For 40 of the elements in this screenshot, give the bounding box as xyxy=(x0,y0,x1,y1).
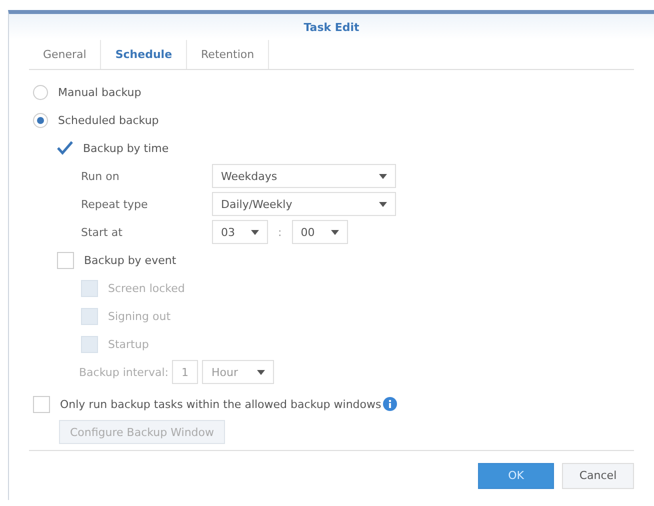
tab[interactable]: Retention xyxy=(187,40,270,69)
tab[interactable]: Schedule xyxy=(101,40,188,69)
dropdown-value: Weekdays xyxy=(221,170,278,182)
dropdown-value: 00 xyxy=(300,226,315,238)
check-icon xyxy=(57,141,73,155)
checkbox-label: Backup by event xyxy=(84,254,176,266)
window-title: Task Edit xyxy=(304,20,360,34)
checkbox-label: Signing out xyxy=(108,310,171,322)
caret-icon xyxy=(379,202,387,206)
tab[interactable]: General xyxy=(29,40,102,69)
caret-icon xyxy=(251,230,259,234)
caret-icon xyxy=(330,230,339,234)
dropdown[interactable]: Weekdays xyxy=(212,164,396,188)
radio-button[interactable] xyxy=(33,112,48,128)
checkbox[interactable] xyxy=(33,396,50,412)
checkbox-label: Only run backup tasks within the allowed backup windows xyxy=(60,398,382,410)
time-separator: : xyxy=(278,226,282,238)
dropdown[interactable]: 03 xyxy=(212,220,268,244)
checkbox-label: Startup xyxy=(108,338,149,350)
dropdown-value: Daily/Weekly xyxy=(221,198,292,210)
checkbox[interactable] xyxy=(57,252,74,268)
field-label: Backup interval: xyxy=(79,366,168,378)
field-label: Start at xyxy=(81,226,124,238)
radio-label: Manual backup xyxy=(58,86,142,98)
dropdown-value: Hour xyxy=(211,366,238,378)
cancel-button[interactable]: Cancel xyxy=(562,462,634,488)
caret-icon xyxy=(379,174,387,178)
radio-button[interactable] xyxy=(33,84,48,100)
dropdown[interactable]: Daily/Weekly xyxy=(212,192,396,216)
field-value: 1 xyxy=(181,366,188,378)
field-label: Run on xyxy=(81,170,120,182)
checkbox-label: Backup by time xyxy=(83,142,169,154)
checkbox-label: Screen locked xyxy=(108,282,185,294)
caret-icon xyxy=(257,370,266,374)
info-icon[interactable] xyxy=(383,397,398,411)
dropdown[interactable]: 00 xyxy=(292,220,348,244)
field-label: Repeat type xyxy=(81,198,149,210)
dropdown-value: 03 xyxy=(221,226,235,238)
ok-button[interactable]: OK xyxy=(478,462,554,488)
radio-label: Scheduled backup xyxy=(58,114,159,126)
